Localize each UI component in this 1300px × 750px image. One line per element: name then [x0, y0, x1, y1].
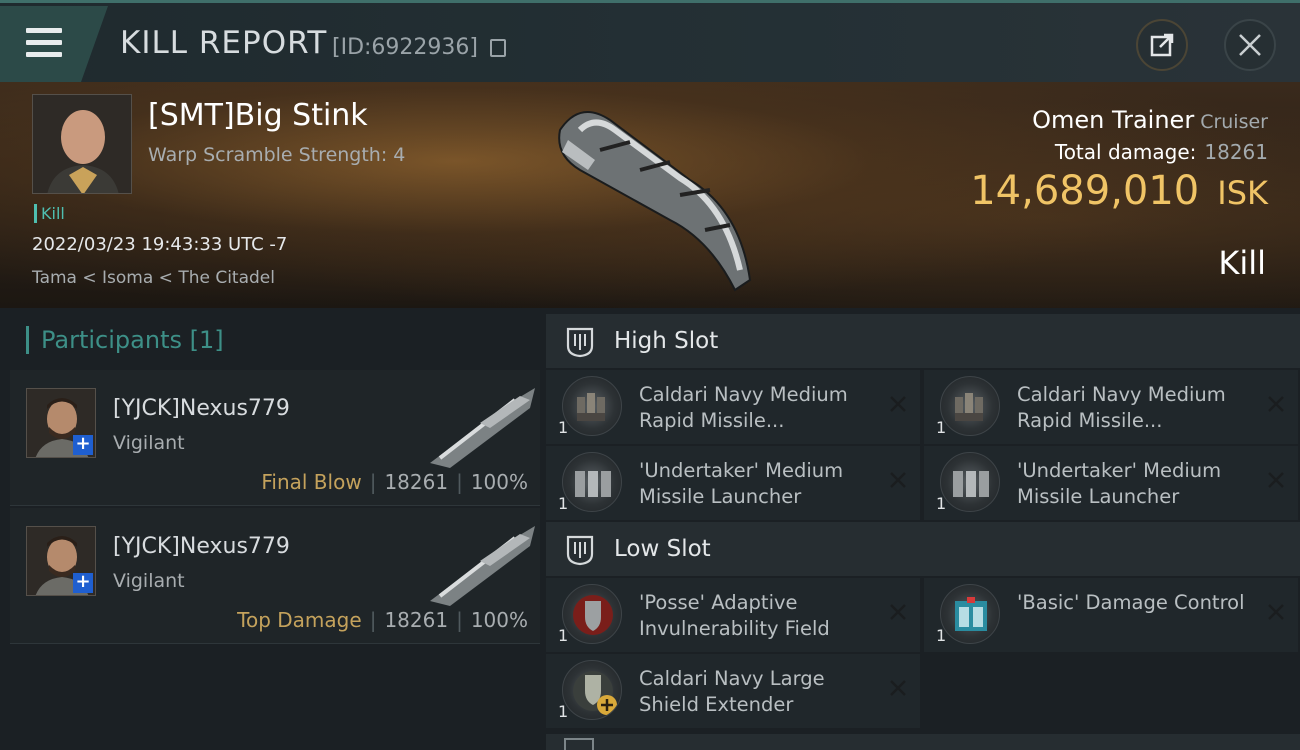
remove-icon[interactable] — [886, 468, 910, 492]
participant-role: Top Damage — [237, 608, 362, 632]
plus-badge-icon: + — [73, 435, 93, 455]
participant-stats: Final Blow | 18261 | 100% — [261, 470, 528, 494]
next-slot-header-partial — [546, 734, 1300, 750]
participant-ship: Vigilant — [113, 570, 185, 592]
missile-launcher-icon — [562, 376, 622, 436]
module-item[interactable]: 1 'Basic' Damage Control — [924, 578, 1298, 652]
menu-icon — [26, 28, 62, 58]
close-button[interactable] — [1224, 19, 1276, 71]
participant-row[interactable]: + [YJCK]Nexus779 Vigilant Top Damage | 182… — [10, 508, 540, 644]
divider: | — [456, 608, 463, 632]
high-slot-header: High Slot — [546, 314, 1300, 368]
kill-result: Kill — [1218, 244, 1266, 282]
module-item[interactable]: 1 'Posse' Adaptive Invulnerability Field — [546, 578, 920, 652]
page-title: KILL REPORT — [120, 25, 328, 61]
victim-ship-image[interactable] — [540, 90, 780, 300]
warp-scramble-text: Warp Scramble Strength: 4 — [148, 144, 406, 166]
victim-ship-name[interactable]: Omen Trainer Cruiser — [1032, 106, 1268, 134]
low-slot-icon — [566, 535, 594, 566]
report-id: [ID:6922936] — [332, 35, 478, 60]
high-slot-icon — [566, 327, 594, 358]
header-bar: KILL REPORT [ID:6922936] — [0, 0, 1300, 82]
module-quantity: 1 — [558, 494, 569, 513]
share-button[interactable] — [1136, 19, 1188, 71]
participant-ship-image[interactable] — [420, 378, 540, 468]
participants-header: Participants [1] — [26, 326, 224, 354]
module-name: Caldari Navy Medium Rapid Missile... — [639, 383, 848, 432]
remove-icon[interactable] — [886, 676, 910, 700]
participant-ship-image[interactable] — [420, 516, 540, 606]
module-item[interactable]: 1 Caldari Navy Large Shield Extender — [546, 654, 920, 728]
participant-ship: Vigilant — [113, 432, 185, 454]
module-quantity: 1 — [558, 702, 569, 721]
module-name: 'Undertaker' Medium Missile Launcher — [639, 459, 844, 508]
share-icon — [1150, 33, 1174, 57]
module-quantity: 1 — [558, 626, 569, 645]
ship-class: Cruiser — [1200, 111, 1268, 133]
copy-icon[interactable] — [490, 39, 506, 57]
module-item[interactable]: 1 'Undertaker' Medium Missile Launcher — [924, 446, 1298, 520]
low-slot-label: Low Slot — [614, 536, 711, 562]
isk-row: 14,689,010 ISK — [970, 168, 1268, 214]
isk-value: 14,689,010 — [970, 168, 1200, 214]
module-item[interactable]: 1 Caldari Navy Medium Rapid Missile... — [924, 370, 1298, 444]
kill-location: Tama < Isoma < The Citadel — [32, 268, 275, 288]
damage-control-icon — [940, 584, 1000, 644]
participant-stats: Top Damage | 18261 | 100% — [237, 608, 528, 632]
shield-extender-icon — [562, 660, 622, 720]
kill-banner: [SMT]Big Stink Warp Scramble Strength: 4… — [0, 82, 1300, 308]
high-slot-label: High Slot — [614, 328, 719, 354]
module-name: Caldari Navy Medium Rapid Missile... — [1017, 383, 1226, 432]
module-item[interactable]: 1 'Undertaker' Medium Missile Launcher — [546, 446, 920, 520]
participant-portrait[interactable]: + — [26, 388, 96, 458]
remove-icon[interactable] — [1264, 468, 1288, 492]
participant-row[interactable]: + [YJCK]Nexus779 Vigilant Final Blow | 182… — [10, 370, 540, 506]
module-name: 'Undertaker' Medium Missile Launcher — [1017, 459, 1222, 508]
missile-launcher-icon — [562, 452, 622, 512]
divider: | — [456, 470, 463, 494]
module-quantity: 1 — [936, 418, 947, 437]
participant-percent: 100% — [470, 608, 528, 632]
total-damage-label: Total damage: — [1054, 140, 1197, 164]
remove-icon[interactable] — [1264, 600, 1288, 624]
module-name: 'Posse' Adaptive Invulnerability Field — [639, 591, 830, 640]
module-item[interactable]: 1 Caldari Navy Medium Rapid Missile... — [546, 370, 920, 444]
participant-damage: 18261 — [384, 470, 449, 494]
total-damage: Total damage: 18261 — [1055, 140, 1268, 164]
victim-portrait[interactable] — [32, 94, 132, 194]
remove-icon[interactable] — [886, 392, 910, 416]
module-quantity: 1 — [936, 494, 947, 513]
kill-tag: Kill — [34, 204, 65, 223]
ship-name-text: Omen Trainer — [1032, 106, 1195, 134]
participant-role: Final Blow — [261, 470, 362, 494]
shield-hardener-icon — [562, 584, 622, 644]
missile-launcher-icon — [940, 452, 1000, 512]
module-name: 'Basic' Damage Control — [1017, 591, 1245, 614]
divider: | — [369, 470, 377, 494]
participant-name[interactable]: [YJCK]Nexus779 — [113, 534, 290, 559]
close-icon — [1239, 34, 1261, 56]
low-slot-header: Low Slot — [546, 522, 1300, 576]
participant-percent: 100% — [470, 470, 528, 494]
module-quantity: 1 — [936, 626, 947, 645]
participant-name[interactable]: [YJCK]Nexus779 — [113, 396, 290, 421]
slot-icon — [564, 738, 594, 750]
menu-button[interactable] — [0, 6, 108, 82]
missile-launcher-icon — [940, 376, 1000, 436]
module-quantity: 1 — [558, 418, 569, 437]
divider: | — [369, 608, 377, 632]
module-name: Caldari Navy Large Shield Extender — [639, 667, 825, 716]
remove-icon[interactable] — [886, 600, 910, 624]
participant-damage: 18261 — [384, 608, 449, 632]
total-damage-value: 18261 — [1204, 140, 1268, 164]
isk-unit: ISK — [1217, 174, 1268, 212]
kill-datetime: 2022/03/23 19:43:33 UTC -7 — [32, 234, 288, 255]
participant-portrait[interactable]: + — [26, 526, 96, 596]
victim-name[interactable]: [SMT]Big Stink — [148, 98, 368, 133]
remove-icon[interactable] — [1264, 392, 1288, 416]
plus-badge-icon: + — [73, 573, 93, 593]
